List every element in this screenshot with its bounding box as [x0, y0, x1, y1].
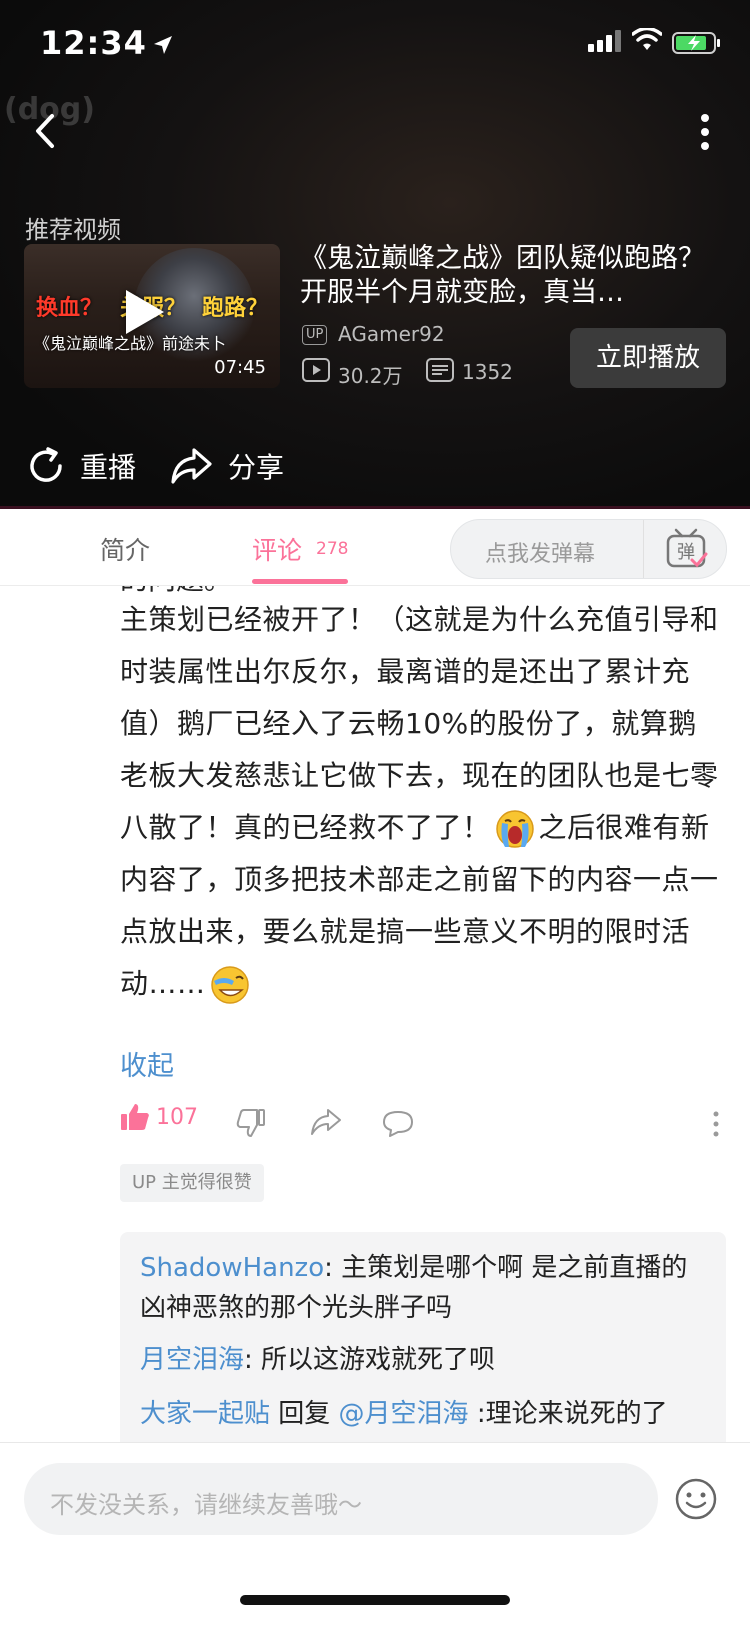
share-small-icon[interactable]: [310, 1108, 342, 1136]
thumbs-up-icon: [121, 1104, 149, 1130]
comments-count: 278: [316, 539, 349, 559]
share-icon: [171, 448, 212, 484]
reply-mention[interactable]: @月空泪海: [339, 1399, 469, 1429]
status-time: 12:34: [40, 24, 147, 62]
reply-connector: 回复: [270, 1399, 339, 1429]
location-arrow-icon: [154, 36, 172, 54]
reply-username[interactable]: ShadowHanzo: [140, 1253, 324, 1283]
active-tab-indicator: [252, 579, 348, 584]
comment-section: 的问题。 主策划已经被开了！（这就是为什么充值引导和时装属性出尔反尔，最离谱的是…: [0, 586, 750, 1442]
reply-separator: :: [324, 1253, 342, 1283]
comment-text-part1: 主策划已经被开了！（这就是为什么充值引导和时装属性出尔反尔，最离谱的是还出了累计…: [120, 603, 719, 844]
reply-item[interactable]: ShadowHanzo: 主策划是哪个啊 是之前直播的凶神恶煞的那个光头胖子吗: [140, 1248, 710, 1328]
reply-item[interactable]: 大家一起贴 回复 @月空泪海 :理论来说死的了: [140, 1394, 710, 1434]
collapse-link[interactable]: 收起: [120, 1044, 174, 1083]
reply-text: :理论来说死的了: [468, 1399, 668, 1429]
danmaku-count-icon: [426, 358, 454, 382]
reply-username[interactable]: 月空泪海: [140, 1345, 244, 1375]
uploader-name[interactable]: AGamer92: [338, 322, 445, 346]
like-button[interactable]: 107: [120, 1102, 198, 1132]
up-badge: UP: [302, 325, 328, 345]
replay-button[interactable]: 重播: [26, 444, 136, 488]
comment-more-icon[interactable]: [708, 1110, 724, 1140]
danmaku-toggle-button[interactable]: 弹: [643, 520, 727, 578]
tab-bar: 简介 评论 278 点我发弹幕 弹: [0, 509, 750, 586]
more-options-icon[interactable]: [690, 112, 720, 152]
battery-icon: [672, 32, 720, 54]
danmaku-tv-icon: 弹: [666, 528, 708, 568]
crying-emoji-icon: [495, 810, 534, 848]
comment-input-placeholder: 不发没关系，请继续友善哦～: [50, 1491, 362, 1519]
replay-icon: [30, 447, 62, 482]
recommended-video-thumbnail[interactable]: 换血？ 跑路？ 关服？ 《鬼泣巅峰之战》前途未卜 07:45: [24, 244, 280, 388]
tab-comments[interactable]: 评论: [252, 531, 302, 567]
laugh-cry-emoji-icon: [210, 966, 249, 1004]
danmaku-placeholder: 点我发弹幕: [485, 542, 596, 567]
signal-icon: [588, 30, 621, 52]
play-count-icon: [302, 358, 330, 382]
thumbs-down-icon[interactable]: [236, 1108, 266, 1138]
recommended-video-title[interactable]: 《鬼泣巅峰之战》团队疑似跑路？开服半个月就变脸，真当…: [300, 242, 710, 310]
reply-username[interactable]: 大家一起贴: [140, 1399, 270, 1429]
play-triangle-icon: [126, 290, 164, 334]
comment-input[interactable]: 不发没关系，请继续友善哦～: [24, 1463, 658, 1535]
reply-bubble-icon[interactable]: [382, 1110, 414, 1138]
comment-input-bar: 不发没关系，请继续友善哦～: [0, 1442, 750, 1625]
danmaku-count: 1352: [462, 360, 513, 384]
back-arrow-icon[interactable]: [24, 108, 70, 154]
play-count: 30.2万: [338, 364, 403, 388]
emoji-picker-icon[interactable]: [674, 1477, 718, 1521]
comment-text: 主策划已经被开了！（这就是为什么充值引导和时装属性出尔反尔，最离谱的是还出了累计…: [120, 594, 720, 1010]
recommend-label: 推荐视频: [25, 216, 121, 244]
status-bar: 12:34: [0, 0, 750, 90]
up-liked-badge: UP 主觉得很赞: [120, 1164, 264, 1202]
comment-actions: 107: [120, 1102, 730, 1152]
share-button[interactable]: 分享: [170, 444, 284, 488]
video-player[interactable]: 12:34 (dog) 推荐视频 换血？ 跑路？ 关服？ 《鬼泣巅峰之战》前途未…: [0, 0, 750, 508]
wifi-icon: [632, 28, 662, 50]
replies-box[interactable]: ShadowHanzo: 主策划是哪个啊 是之前直播的凶神恶煞的那个光头胖子吗 …: [120, 1232, 726, 1442]
reply-text: 所以这游戏就死了呗: [261, 1345, 496, 1375]
play-now-button[interactable]: 立即播放: [570, 328, 726, 388]
reply-item[interactable]: 月空泪海: 所以这游戏就死了呗: [140, 1340, 710, 1380]
danmaku-input[interactable]: 点我发弹幕 弹: [450, 519, 727, 579]
tab-intro[interactable]: 简介: [100, 531, 150, 567]
home-indicator: [240, 1595, 510, 1605]
thumbnail-text-c: 跑路？: [202, 296, 269, 321]
like-count: 107: [156, 1104, 198, 1130]
video-duration: 07:45: [214, 357, 266, 378]
reply-separator: :: [244, 1345, 262, 1375]
thumbnail-text-a: 换血？: [36, 296, 103, 321]
share-label: 分享: [228, 451, 285, 484]
replay-label: 重播: [80, 451, 137, 484]
